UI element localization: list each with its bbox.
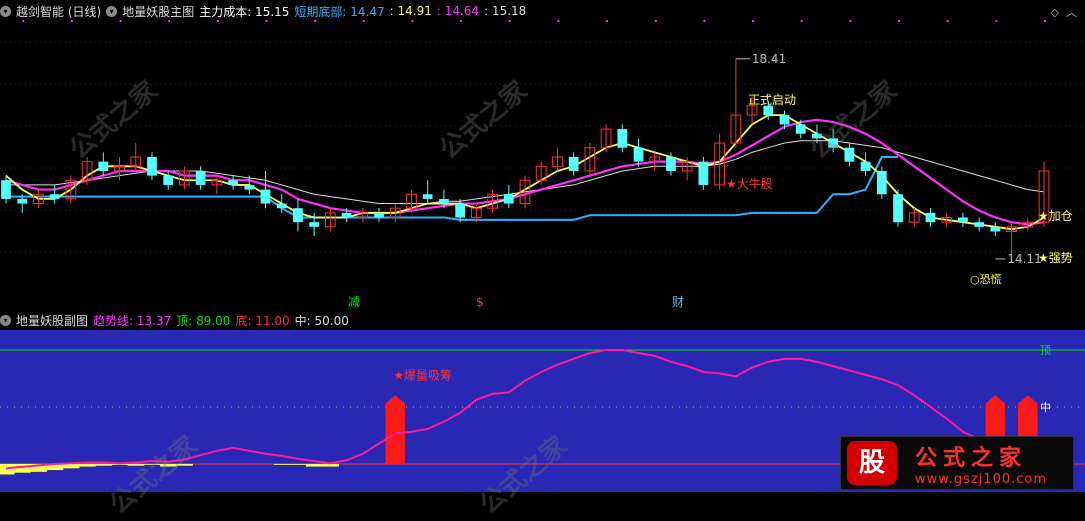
logo-title: 公式之家	[915, 444, 1028, 471]
candle-body	[893, 194, 903, 223]
candle-body	[779, 115, 790, 125]
marker-dot	[654, 20, 657, 22]
start-label: 正式启动	[748, 93, 796, 107]
strong-label: ★强势	[1038, 251, 1073, 265]
mid-mark: 中	[1040, 401, 1051, 414]
marker-dot	[995, 20, 998, 22]
marker-dot	[800, 20, 803, 22]
candle-body	[17, 198, 28, 204]
high-label: 18.41	[752, 52, 786, 66]
top-label: 顶: 89.00	[176, 313, 231, 328]
logo-badge: 股	[847, 441, 897, 485]
candle-body	[98, 161, 109, 171]
candle-body	[49, 194, 60, 199]
marker-dot	[216, 20, 219, 22]
candle-body	[958, 217, 968, 223]
absorb-label: ★爆量吸筹	[393, 368, 452, 382]
candle-body	[925, 212, 936, 223]
marker-dot	[460, 20, 463, 22]
candle-body	[828, 138, 839, 148]
candle-body	[195, 170, 206, 185]
candle-body	[812, 133, 822, 139]
candle-body	[439, 198, 449, 204]
dollar-label: $	[476, 295, 484, 309]
candle-body	[763, 105, 774, 116]
candle-body	[228, 180, 238, 185]
yellow-bar	[289, 463, 307, 465]
marker-dot	[1044, 20, 1046, 22]
marker-dot	[557, 20, 560, 22]
chevron-down-icon[interactable]: ▾	[0, 314, 11, 326]
candle-body	[503, 194, 514, 204]
main-chart[interactable]: 18.41 14.11 正式启动 ★大牛股 ★加仓 ★强势 ○恐慌减 $ 财	[0, 0, 1085, 310]
candle-body	[341, 212, 352, 218]
add-label: ★加仓	[1038, 209, 1073, 223]
site-logo: 股 公式之家 www.gszj100.com	[840, 436, 1074, 490]
candle-body	[698, 161, 709, 185]
yellow-bar	[273, 463, 291, 465]
logo-url: www.gszj100.com	[915, 471, 1048, 487]
marker-dot	[362, 20, 365, 22]
low-label: 14.11	[1007, 252, 1041, 266]
panic-label: ○恐慌	[970, 273, 1002, 286]
trend-label: 趋势线: 13.37	[93, 313, 172, 328]
bull-label: ★大牛股	[726, 176, 773, 191]
yellow-bar	[95, 463, 112, 466]
marker-dot	[898, 20, 901, 22]
marker-dot	[119, 20, 122, 22]
ma-yellow-line	[5, 114, 1045, 231]
mid-label: 中: 50.00	[294, 313, 349, 328]
marker-dot	[168, 20, 171, 22]
marker-dot	[752, 20, 755, 22]
candle-body	[666, 157, 676, 171]
yellow-bar	[143, 463, 161, 465]
candle-body	[244, 184, 255, 190]
marker-dot	[411, 20, 414, 22]
candle-body	[974, 222, 984, 227]
yellow-bar	[176, 463, 194, 466]
marker-dot	[265, 20, 268, 22]
marker-dot	[508, 20, 511, 22]
candle-body	[633, 147, 644, 162]
candle-body	[276, 203, 287, 209]
candle-body	[374, 212, 384, 218]
top-mark: 顶	[1040, 344, 1051, 357]
marker-dot	[314, 20, 317, 22]
bottom-level-label: 底: 11.00	[235, 313, 290, 328]
candle-body	[163, 175, 174, 185]
candle-body	[844, 147, 855, 162]
sub-indicator-name: 地量妖股副图	[16, 313, 89, 328]
candle-body	[293, 208, 303, 223]
candle-body	[309, 222, 320, 227]
yellow-bar	[306, 463, 323, 467]
candle-body	[795, 124, 806, 134]
marker-dot	[606, 20, 609, 22]
candle-body	[147, 157, 157, 176]
red-spike	[385, 395, 405, 464]
candle-body	[876, 170, 887, 195]
candle-body	[422, 194, 433, 199]
marker-dot	[849, 20, 852, 22]
yellow-bar	[127, 463, 145, 466]
candle-body	[990, 226, 1001, 232]
sub-header: ▾ 地量妖股副图 趋势线: 13.37 顶: 89.00 底: 11.00 中:…	[0, 311, 354, 329]
marker-dot	[946, 20, 949, 22]
yellow-bar	[322, 463, 339, 467]
marker-dot	[703, 20, 706, 22]
reduce-label: 减	[348, 295, 360, 309]
candle-body	[568, 157, 579, 171]
candle-body	[1, 180, 11, 199]
candle-body	[260, 189, 271, 204]
candle-body	[455, 203, 465, 218]
marker-dot	[70, 20, 73, 22]
marker-dot	[22, 20, 25, 22]
yellow-bar	[62, 463, 80, 469]
candle-body	[617, 129, 628, 148]
ma-magenta-line	[5, 118, 1045, 226]
yellow-bar	[78, 463, 96, 467]
candle-body	[860, 161, 871, 171]
wealth-label: 财	[672, 295, 684, 309]
yellow-bar	[160, 463, 177, 467]
